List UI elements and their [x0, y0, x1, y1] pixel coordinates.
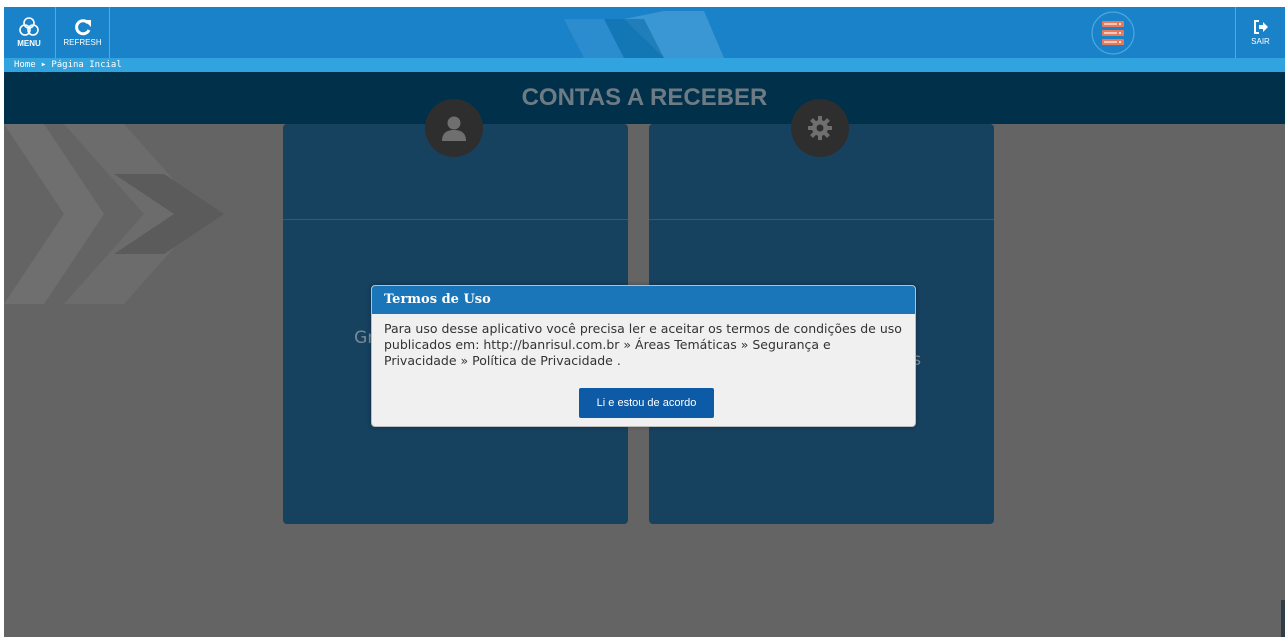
- user-icon: [425, 99, 483, 157]
- menu-label: MENU: [17, 39, 41, 48]
- banrisul-logo-icon: [19, 17, 39, 36]
- top-toolbar: MENU REFRESH SAIR: [4, 7, 1285, 58]
- gear-icon: [791, 99, 849, 157]
- exit-button[interactable]: SAIR: [1235, 7, 1285, 58]
- scrollbar-edge: [1281, 600, 1285, 637]
- refresh-icon: [74, 19, 91, 36]
- breadcrumb: Home ▶ Página Incial: [4, 58, 1285, 72]
- page-title: CONTAS A RECEBER: [521, 84, 768, 111]
- breadcrumb-home[interactable]: Home: [14, 58, 36, 72]
- server-list-button[interactable]: [1087, 7, 1139, 58]
- card-divider: [649, 219, 994, 220]
- background-chevron-decoration: [4, 124, 224, 304]
- menu-button[interactable]: MENU: [4, 7, 54, 58]
- server-list-icon: [1091, 10, 1135, 55]
- dialog-message: Para uso desse aplicativo você precisa l…: [384, 321, 902, 368]
- refresh-label: REFRESH: [63, 38, 102, 47]
- sign-out-icon: [1253, 20, 1268, 34]
- card-divider: [283, 219, 628, 220]
- terms-of-use-dialog: Termos de Uso Para uso desse aplicativo …: [371, 285, 916, 427]
- accept-terms-button[interactable]: Li e estou de acordo: [579, 388, 714, 418]
- refresh-button[interactable]: REFRESH: [55, 7, 110, 58]
- exit-label: SAIR: [1251, 37, 1270, 46]
- caret-right-icon: ▶: [41, 61, 46, 68]
- breadcrumb-current: Página Incial: [51, 60, 122, 70]
- title-bar: CONTAS A RECEBER: [4, 72, 1285, 124]
- dialog-title: Termos de Uso: [372, 286, 915, 314]
